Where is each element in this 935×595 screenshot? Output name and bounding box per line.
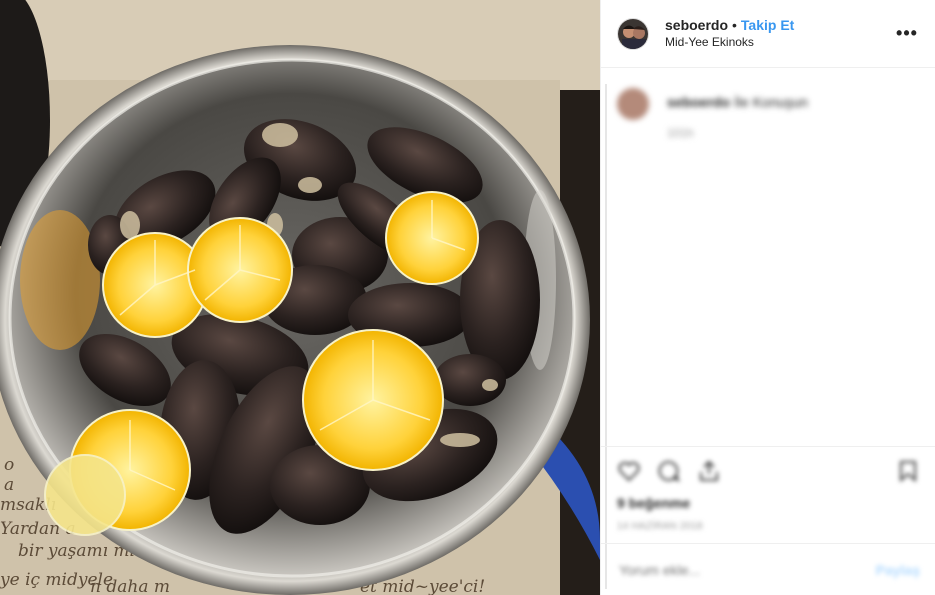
avatar[interactable] — [617, 17, 649, 50]
comment-body: seboerdo İle Konuşun 101h — [667, 94, 808, 140]
post-photo[interactable]: bir yaşamı midyeler Yardan a msaklı ye i… — [0, 0, 600, 595]
avatar-image — [618, 18, 648, 49]
post-header: seboerdo • Takip Et Mid-Yee Ekinoks ••• — [601, 0, 935, 68]
likes-count[interactable]: 9 beğenme — [617, 495, 920, 511]
comment-item: seboerdo İle Konuşun 101h — [617, 88, 920, 140]
placemat-text: o — [4, 455, 14, 475]
add-comment-blurred-wrapper: Paylaş — [617, 560, 920, 579]
placemat-text: a — [4, 475, 14, 495]
comment-username[interactable]: seboerdo — [667, 94, 730, 110]
header-text: seboerdo • Takip Et Mid-Yee Ekinoks — [665, 17, 895, 51]
placemat-text: n daha m — [90, 577, 170, 595]
comment-text: seboerdo İle Konuşun — [667, 94, 808, 110]
comment-icon[interactable] — [657, 459, 681, 483]
separator-dot: • — [732, 16, 737, 33]
comment-time: 101h — [667, 126, 694, 140]
add-comment-bar: Paylaş — [601, 543, 935, 595]
username-link[interactable]: seboerdo — [665, 17, 728, 33]
post-timestamp: 14 HAZİRAN 2018 — [617, 521, 703, 532]
location-link[interactable]: Mid-Yee Ekinoks — [665, 34, 895, 51]
instagram-post: bir yaşamı midyeler Yardan a msaklı ye i… — [0, 0, 935, 595]
more-options-icon[interactable]: ••• — [895, 22, 919, 46]
post-side-panel: seboerdo • Takip Et Mid-Yee Ekinoks ••• se… — [600, 0, 935, 595]
bookmark-icon[interactable] — [896, 459, 920, 483]
mussels-photo: bir yaşamı midyeler Yardan a msaklı ye i… — [0, 0, 600, 595]
heart-icon[interactable] — [617, 459, 641, 483]
comment-content: İle Konuşun — [734, 94, 808, 110]
share-icon[interactable] — [697, 459, 721, 483]
actions-blurred-wrapper: 9 beğenme 14 HAZİRAN 2018 — [617, 447, 920, 532]
comment-input[interactable] — [617, 560, 876, 579]
follow-button[interactable]: Takip Et — [741, 17, 794, 33]
comments-section: seboerdo İle Konuşun 101h — [601, 68, 935, 446]
action-bar — [617, 447, 920, 495]
comment-avatar[interactable] — [617, 88, 649, 120]
header-line: seboerdo • Takip Et — [665, 17, 895, 34]
post-comment-button[interactable]: Paylaş — [876, 562, 920, 578]
